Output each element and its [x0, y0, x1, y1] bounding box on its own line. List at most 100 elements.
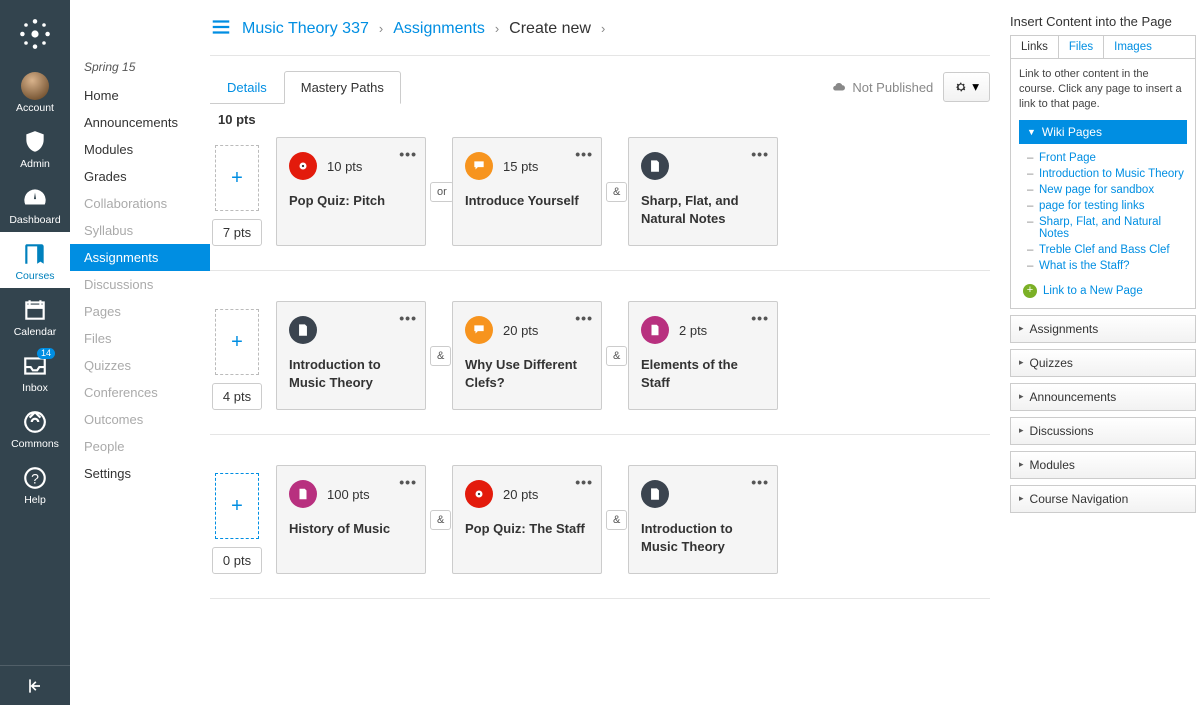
path-card[interactable]: •••2 ptsElements of the Staff [628, 301, 778, 410]
wiki-page-link[interactable]: Introduction to Music Theory [1027, 166, 1187, 182]
assignment-icon [289, 480, 317, 508]
course-nav-item[interactable]: Home [70, 82, 210, 109]
quiz-icon [289, 152, 317, 180]
chevron-right-icon: › [379, 21, 383, 36]
settings-button[interactable]: ▾ [943, 72, 990, 102]
wiki-page-link[interactable]: What is the Staff? [1027, 258, 1187, 274]
path-card[interactable]: •••20 ptsPop Quiz: The Staff [452, 465, 602, 574]
course-nav-item[interactable]: Pages [70, 298, 210, 325]
wiki-page-link[interactable]: Sharp, Flat, and Natural Notes [1027, 214, 1187, 242]
accordion-discussions[interactable]: ▸Discussions [1010, 417, 1196, 445]
nav-commons[interactable]: Commons [0, 400, 70, 456]
course-nav-item[interactable]: Assignments [70, 244, 210, 271]
join-pill[interactable]: & [430, 346, 451, 366]
path-card[interactable]: •••15 ptsIntroduce Yourself [452, 137, 602, 246]
more-icon[interactable]: ••• [575, 146, 593, 162]
main-content: Music Theory 337 › Assignments › Create … [210, 0, 1010, 705]
card-title: Elements of the Staff [641, 356, 765, 391]
nav-label: Calendar [14, 326, 57, 338]
sidebar-tab-images[interactable]: Images [1104, 36, 1162, 58]
path-card[interactable]: •••Sharp, Flat, and Natural Notes [628, 137, 778, 246]
accordion-quizzes[interactable]: ▸Quizzes [1010, 349, 1196, 377]
course-nav-item[interactable]: Collaborations [70, 190, 210, 217]
tab-mastery-paths[interactable]: Mastery Paths [284, 71, 401, 104]
tab-details[interactable]: Details [210, 71, 284, 104]
nav-calendar[interactable]: Calendar [0, 288, 70, 344]
accordion-announcements[interactable]: ▸Announcements [1010, 383, 1196, 411]
avatar-icon [21, 72, 49, 100]
wiki-page-link[interactable]: New page for sandbox [1027, 182, 1187, 198]
triangle-right-icon: ▸ [1019, 425, 1024, 436]
card-pts: 10 pts [327, 159, 362, 174]
nav-courses[interactable]: Courses [0, 232, 70, 288]
join-pill[interactable]: & [430, 510, 451, 530]
course-nav-item[interactable]: Files [70, 325, 210, 352]
more-icon[interactable]: ••• [575, 474, 593, 490]
wiki-page-link[interactable]: Front Page [1027, 150, 1187, 166]
course-nav-item[interactable]: Modules [70, 136, 210, 163]
canvas-logo[interactable] [15, 14, 55, 54]
course-nav-item[interactable]: Discussions [70, 271, 210, 298]
crumb-section[interactable]: Assignments [393, 20, 485, 38]
collapse-nav-button[interactable] [0, 665, 70, 705]
join-pill[interactable]: & [606, 346, 627, 366]
more-icon[interactable]: ••• [751, 474, 769, 490]
crumb-course[interactable]: Music Theory 337 [242, 20, 369, 38]
nav-account[interactable]: Account [0, 64, 70, 120]
nav-dashboard[interactable]: Dashboard [0, 176, 70, 232]
range-low-pts[interactable]: 4 pts [212, 383, 262, 410]
nav-admin[interactable]: Admin [0, 120, 70, 176]
range-low-pts[interactable]: 0 pts [212, 547, 262, 574]
course-nav-item[interactable]: Settings [70, 460, 210, 487]
add-range-button[interactable]: + [215, 473, 259, 539]
course-nav-item[interactable]: Syllabus [70, 217, 210, 244]
accordion-modules[interactable]: ▸Modules [1010, 451, 1196, 479]
nav-label: Account [16, 102, 54, 114]
more-icon[interactable]: ••• [751, 310, 769, 326]
join-pill[interactable]: or [430, 182, 454, 202]
course-nav-item[interactable]: Conferences [70, 379, 210, 406]
nav-label: Courses [15, 270, 54, 282]
accordion-wiki-pages[interactable]: ▼Wiki Pages [1019, 120, 1187, 144]
sidebar-tab-links[interactable]: Links [1011, 36, 1059, 58]
add-range-button[interactable]: + [215, 309, 259, 375]
wiki-page-link[interactable]: Treble Clef and Bass Clef [1027, 242, 1187, 258]
course-nav-item[interactable]: Quizzes [70, 352, 210, 379]
card-pts: 20 pts [503, 487, 538, 502]
course-nav-item[interactable]: Outcomes [70, 406, 210, 433]
more-icon[interactable]: ••• [399, 146, 417, 162]
nav-help[interactable]: ? Help [0, 456, 70, 512]
hamburger-icon[interactable] [210, 16, 232, 41]
accordion-label: Course Navigation [1030, 492, 1129, 506]
link-new-page[interactable]: +Link to a New Page [1019, 280, 1187, 300]
more-icon[interactable]: ••• [751, 146, 769, 162]
path-card[interactable]: •••Introduction to Music Theory [628, 465, 778, 574]
triangle-right-icon: ▸ [1019, 357, 1024, 368]
range-low-pts[interactable]: 7 pts [212, 219, 262, 246]
course-nav-item[interactable]: People [70, 433, 210, 460]
accordion-assignments[interactable]: ▸Assignments [1010, 315, 1196, 343]
page-icon [641, 152, 669, 180]
more-icon[interactable]: ••• [575, 310, 593, 326]
page-icon [641, 480, 669, 508]
path-card[interactable]: ••• Introduction to Music Theory [276, 301, 426, 410]
accordion-course-navigation[interactable]: ▸Course Navigation [1010, 485, 1196, 513]
path-card[interactable]: •••100 ptsHistory of Music [276, 465, 426, 574]
wiki-page-link[interactable]: page for testing links [1027, 198, 1187, 214]
more-icon[interactable]: ••• [399, 310, 417, 326]
card-title: Introduction to Music Theory [289, 356, 413, 391]
shield-icon [21, 128, 49, 156]
nav-inbox[interactable]: 14 Inbox [0, 344, 70, 400]
course-nav-item[interactable]: Grades [70, 163, 210, 190]
crumb-current: Create new [509, 20, 591, 38]
discussion-icon [465, 316, 493, 344]
course-nav-item[interactable]: Announcements [70, 109, 210, 136]
more-icon[interactable]: ••• [399, 474, 417, 490]
join-pill[interactable]: & [606, 510, 627, 530]
path-card[interactable]: •••10 ptsPop Quiz: Pitch [276, 137, 426, 246]
add-range-button[interactable]: + [215, 145, 259, 211]
path-card[interactable]: •••20 ptsWhy Use Different Clefs? [452, 301, 602, 410]
sidebar-tab-files[interactable]: Files [1059, 36, 1104, 58]
chevron-right-icon: › [601, 21, 605, 36]
join-pill[interactable]: & [606, 182, 627, 202]
